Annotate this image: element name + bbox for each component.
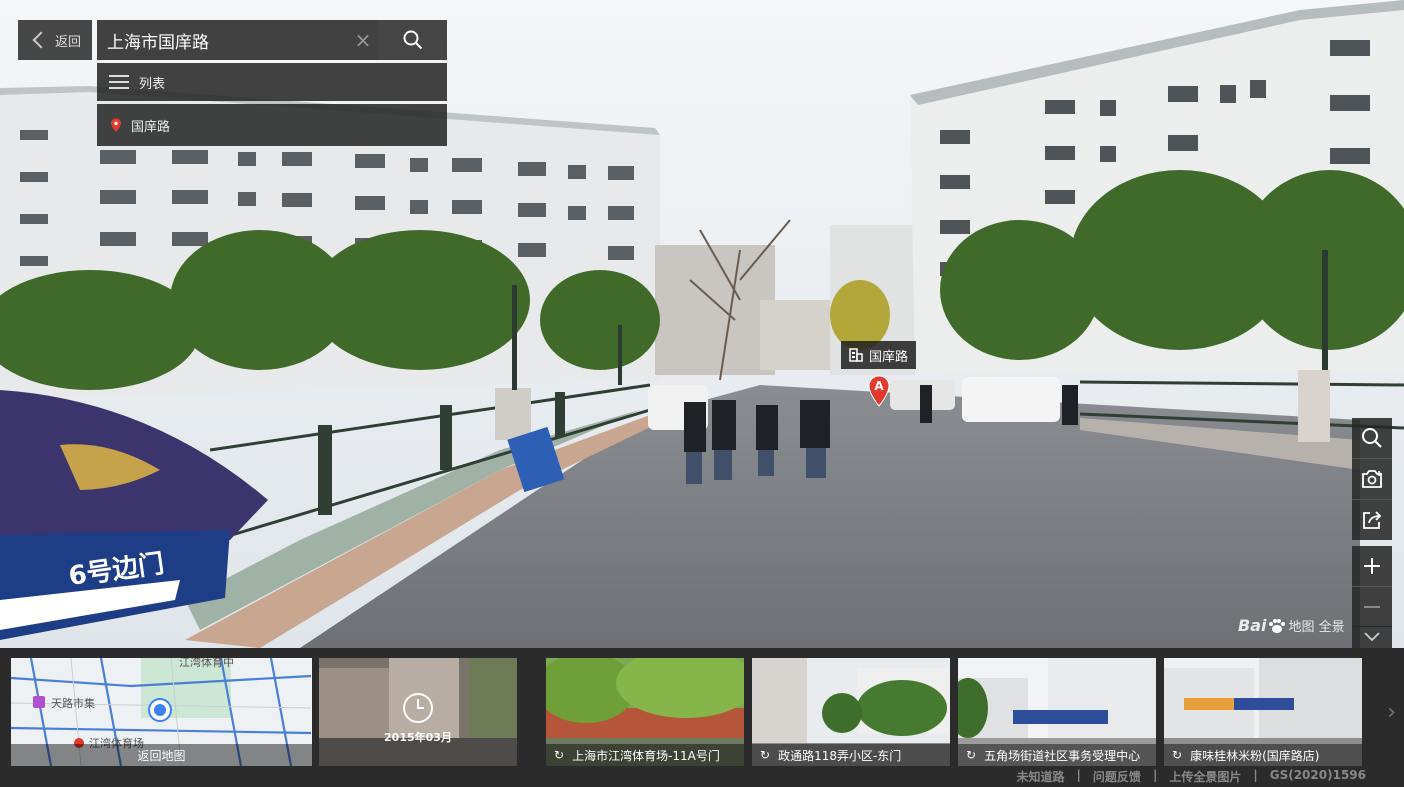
close-icon[interactable]: × <box>348 20 378 60</box>
back-label: 返回 <box>54 34 81 50</box>
footer-divider: | <box>1253 768 1258 782</box>
scene-caption: ↻ 政通路118弄小区-东门 <box>752 744 950 766</box>
building-icon <box>849 348 863 362</box>
return-map-thumbnail[interactable]: 天路市集 江湾体育场 江湾体育中 返回地图 <box>11 658 312 766</box>
rotate-icon: ↻ <box>760 748 771 762</box>
plus-icon <box>1364 558 1380 574</box>
search-input[interactable] <box>97 20 348 60</box>
right-toolbar <box>1352 418 1392 633</box>
map-label-stadium-center: 江湾体育中 <box>179 658 234 669</box>
history-time-thumbnail[interactable]: 2015年03月 <box>319 658 517 766</box>
rotate-icon: ↻ <box>1172 748 1183 762</box>
scene-thumbnail[interactable]: ↻ 康味桂林米粉(国庠路店) <box>1164 658 1362 766</box>
poi-label[interactable]: 国庠路 <box>841 341 917 369</box>
rotate-icon: ↻ <box>554 748 565 762</box>
scene-caption: ↻ 康味桂林米粉(国庠路店) <box>1164 744 1362 766</box>
footer-divider: | <box>1152 768 1158 782</box>
footer-link-upload[interactable]: 上传全景图片 <box>1161 768 1249 785</box>
poi-label-text: 国庠路 <box>869 349 909 365</box>
search-icon <box>1362 428 1382 448</box>
scene-thumbnail[interactable]: ↻ 五角场街道社区事务受理中心 <box>958 658 1156 766</box>
scene-thumbnail[interactable]: ↻ 上海市江湾体育场-11A号门 <box>546 658 744 766</box>
baidu-watermark: Bai 地图 全景 <box>1238 616 1345 635</box>
chevron-right-icon[interactable]: › <box>1387 700 1396 725</box>
list-toggle[interactable]: 列表 <box>97 63 447 101</box>
map-label-market: 天路市集 <box>51 696 95 710</box>
watermark-brand: Bai <box>1238 616 1267 635</box>
footer: 未知道路 | 问题反馈 | 上传全景图片 | GS(2020)1596 <box>0 766 1404 787</box>
footer-link-unknown-road[interactable]: 未知道路 <box>1009 768 1073 785</box>
list-icon <box>109 75 129 89</box>
share-button[interactable] <box>1352 500 1392 540</box>
search-result-item[interactable]: 国庠路 <box>97 104 447 146</box>
footer-divider: | <box>1076 768 1081 782</box>
scene-caption: ↻ 上海市江湾体育场-11A号门 <box>546 744 744 766</box>
return-map-label: 返回地图 <box>137 748 186 763</box>
location-marker-a[interactable]: A <box>868 375 890 411</box>
marker-letter: A <box>874 379 884 393</box>
thumbnail-strip: 天路市集 江湾体育场 江湾体育中 返回地图 2015年03月 ↻ 上海市江湾体育… <box>0 648 1404 766</box>
footer-link-feedback[interactable]: 问题反馈 <box>1085 768 1149 785</box>
footer-license: GS(2020)1596 <box>1269 768 1366 782</box>
share-icon <box>1363 511 1382 529</box>
back-button[interactable]: 返回 <box>18 20 92 60</box>
clock-icon <box>403 693 433 723</box>
scene-label: 康味桂林米粉(国庠路店) <box>1190 748 1320 763</box>
watermark-text: 地图 全景 <box>1288 620 1345 635</box>
zoom-out-button[interactable] <box>1352 587 1392 627</box>
search-tool-button[interactable] <box>1352 418 1392 458</box>
collapse-strip-button[interactable] <box>1352 626 1392 648</box>
scene-thumbnail[interactable]: ↻ 政通路118弄小区-东门 <box>752 658 950 766</box>
result-label: 国庠路 <box>131 119 171 135</box>
camera-plus-icon <box>1362 470 1382 488</box>
search-button[interactable] <box>378 20 447 60</box>
screenshot-button[interactable] <box>1352 459 1392 499</box>
list-label: 列表 <box>139 76 166 92</box>
chevron-down-icon <box>1364 632 1380 642</box>
map-pin-icon <box>111 118 121 132</box>
search-icon <box>403 30 422 50</box>
scene-caption: ↻ 五角场街道社区事务受理中心 <box>958 744 1156 766</box>
time-caption: 2015年03月 <box>319 693 517 745</box>
zoom-in-button[interactable] <box>1352 546 1392 586</box>
search-box: × <box>97 20 447 60</box>
chevron-left-icon <box>32 31 50 49</box>
time-label: 2015年03月 <box>384 731 452 744</box>
minus-icon <box>1364 606 1380 608</box>
scene-label: 五角场街道社区事务受理中心 <box>984 748 1141 763</box>
scene-label: 上海市江湾体育场-11A号门 <box>572 748 720 763</box>
paw-icon <box>1269 618 1286 633</box>
return-map-caption: 返回地图 <box>11 744 312 766</box>
rotate-icon: ↻ <box>966 748 977 762</box>
scene-label: 政通路118弄小区-东门 <box>778 748 902 763</box>
